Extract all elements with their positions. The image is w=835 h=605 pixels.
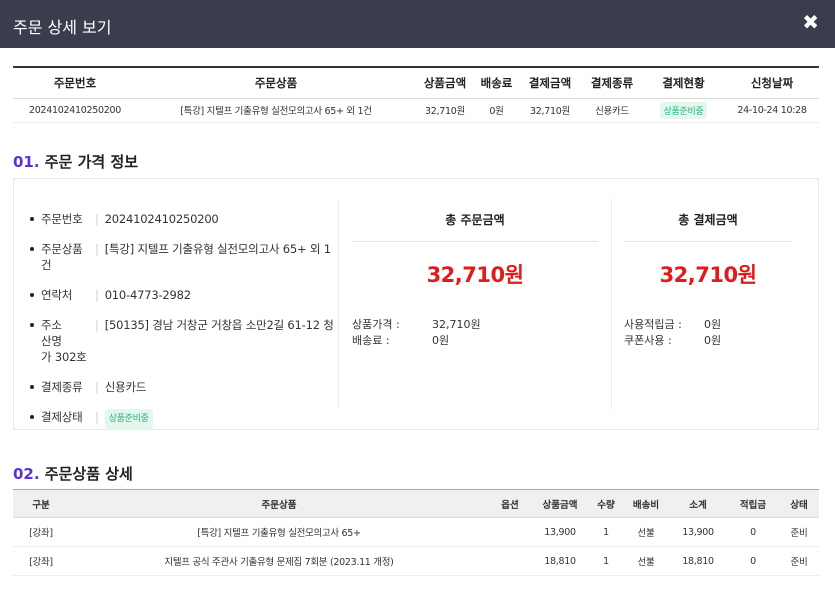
- list-item: 주문상품 | [특강] 지텔프 기출유형 실전모의고사 65+ 외 1건: [28, 241, 338, 273]
- col-product: 주문상품: [137, 66, 415, 99]
- order-summary-header: 주문번호 주문상품 상품금액 배송료 결제금액 결제종류 결제현황 신청날짜: [13, 66, 819, 99]
- table-row: 2024102410250200 [특강] 지텔프 기출유형 실전모의고사 65…: [13, 98, 819, 123]
- col-price: 상품금액: [531, 489, 589, 518]
- points-label: 사용적립금 :: [624, 318, 682, 331]
- section-label: 주문 가격 정보: [39, 153, 139, 171]
- category-cell: [강좌]: [13, 546, 69, 576]
- payment-type-cell: 신용카드: [582, 98, 642, 123]
- points-cell: 0: [727, 546, 779, 576]
- info-label: 주소: [41, 318, 62, 332]
- total-payment-amount: 32,710원: [659, 263, 757, 287]
- subtotal-cell: 13,900: [669, 517, 727, 547]
- info-label: 연락처: [41, 288, 73, 302]
- option-cell: [489, 517, 531, 547]
- table-row: [강좌] [특강] 지텔프 기출유형 실전모의고사 65+ 13,900 1 선…: [13, 517, 819, 547]
- modal-header: 주문 상세 보기 ✖: [0, 0, 835, 48]
- col-product-price: 상품금액: [415, 66, 475, 99]
- price-info-box: 주문번호 | 2024102410250200 주문상품 | [특강] 지텔프 기출유형…: [13, 178, 819, 430]
- divider: [338, 199, 339, 409]
- modal-title: 주문 상세 보기: [13, 18, 112, 37]
- points-value: 0원: [704, 318, 722, 331]
- section-number: 02.: [13, 465, 40, 483]
- col-shipping: 배송비: [623, 489, 669, 518]
- date-cell: 24-10-24 10:28: [725, 98, 819, 123]
- info-value: 가 302호: [41, 350, 87, 364]
- col-qty: 수량: [589, 489, 623, 518]
- col-payment-status: 결제현황: [642, 66, 725, 99]
- section-title-item-detail: 02. 주문상품 상세: [13, 463, 133, 484]
- items-header: 구분 주문상품 옵션 상품금액 수량 배송비 소계 적립금 상태: [13, 489, 819, 518]
- shipping-label: 배송료 :: [352, 334, 390, 347]
- list-item: 주소 | [50135] 경남 거창군 거창읍 소만2길 61-12 청산명 가 30…: [28, 317, 338, 365]
- info-label: 결제상태: [41, 410, 83, 424]
- col-option: 옵션: [489, 489, 531, 518]
- payment-amount-cell: 32,710원: [518, 98, 582, 123]
- status-badge: 상품준비중: [104, 409, 153, 429]
- shipping-cell: 선불: [623, 517, 669, 547]
- option-cell: [489, 546, 531, 576]
- price-cell: 18,810: [531, 546, 589, 576]
- info-label: 결제종류: [41, 380, 83, 394]
- product-price-label: 상품가격 :: [352, 318, 400, 331]
- list-item: 결제상태 | 상품준비중: [28, 409, 338, 429]
- section-title-price-info: 01. 주문 가격 정보: [13, 151, 138, 172]
- product-price-cell: 32,710원: [415, 98, 475, 123]
- total-payment-heading: 총 결제금액: [624, 211, 792, 242]
- info-value: 010-4773-2982: [104, 288, 191, 302]
- info-value: 신용카드: [104, 380, 147, 394]
- col-date: 신청날짜: [725, 66, 819, 99]
- col-payment-type: 결제종류: [582, 66, 642, 99]
- col-shipping: 배송료: [475, 66, 518, 99]
- section-label: 주문상품 상세: [39, 465, 133, 483]
- category-cell: [강좌]: [13, 517, 69, 547]
- list-item: 연락처 | 010-4773-2982: [28, 287, 338, 303]
- qty-cell: 1: [589, 546, 623, 576]
- status-cell: 준비: [779, 546, 819, 576]
- order-no-cell: 2024102410250200: [13, 98, 137, 123]
- product-cell: [특강] 지텔프 기출유형 실전모의고사 65+: [69, 517, 489, 547]
- table-row: [강좌] 지텔프 공식 주관사 기출유형 문제집 7회분 (2023.11 개정…: [13, 546, 819, 576]
- divider: [611, 199, 612, 409]
- info-label: 주문번호: [41, 212, 83, 226]
- status-cell: 준비: [779, 517, 819, 547]
- order-summary-table: 주문번호 주문상품 상품금액 배송료 결제금액 결제종류 결제현황 신청날짜 2…: [13, 66, 819, 123]
- total-order-heading: 총 주문금액: [352, 211, 598, 242]
- order-items-table: 구분 주문상품 옵션 상품금액 수량 배송비 소계 적립금 상태 [강좌] [특…: [13, 489, 819, 576]
- info-label: 주문상품: [41, 242, 83, 256]
- product-cell: 지텔프 공식 주관사 기출유형 문제집 7회분 (2023.11 개정): [69, 546, 489, 576]
- col-status: 상태: [779, 489, 819, 518]
- coupon-label: 쿠폰사용 :: [624, 334, 672, 347]
- col-category: 구분: [13, 489, 69, 518]
- col-subtotal: 소계: [669, 489, 727, 518]
- price-cell: 13,900: [531, 517, 589, 547]
- col-points: 적립금: [727, 489, 779, 518]
- col-order-no: 주문번호: [13, 66, 137, 99]
- shipping-cell: 0원: [475, 98, 518, 123]
- qty-cell: 1: [589, 517, 623, 547]
- close-icon[interactable]: ✖: [802, 10, 819, 34]
- coupon-value: 0원: [704, 334, 722, 347]
- order-info-list: 주문번호 | 2024102410250200 주문상품 | [특강] 지텔프 기출유형…: [28, 211, 338, 443]
- shipping-cell: 선불: [623, 546, 669, 576]
- product-cell: [특강] 지텔프 기출유형 실전모의고사 65+ 외 1건: [137, 98, 415, 123]
- list-item: 주문번호 | 2024102410250200: [28, 211, 338, 227]
- status-badge: 상품준비중: [659, 101, 708, 119]
- product-price-value: 32,710원: [432, 318, 481, 331]
- col-payment-amount: 결제금액: [518, 66, 582, 99]
- total-order-amount: 32,710원: [426, 263, 524, 287]
- list-item: 결제종류 | 신용카드: [28, 379, 338, 395]
- status-cell: 상품준비중: [642, 98, 725, 123]
- col-product: 주문상품: [69, 489, 489, 518]
- points-cell: 0: [727, 517, 779, 547]
- total-payment-panel: 총 결제금액 32,710원 사용적립금 : 0원 쿠폰사용 : 0원: [624, 211, 792, 349]
- shipping-value: 0원: [432, 334, 450, 347]
- info-value: 2024102410250200: [104, 212, 219, 226]
- total-order-panel: 총 주문금액 32,710원 상품가격 : 32,710원 배송료 : 0원: [352, 211, 598, 349]
- subtotal-cell: 18,810: [669, 546, 727, 576]
- section-number: 01.: [13, 153, 40, 171]
